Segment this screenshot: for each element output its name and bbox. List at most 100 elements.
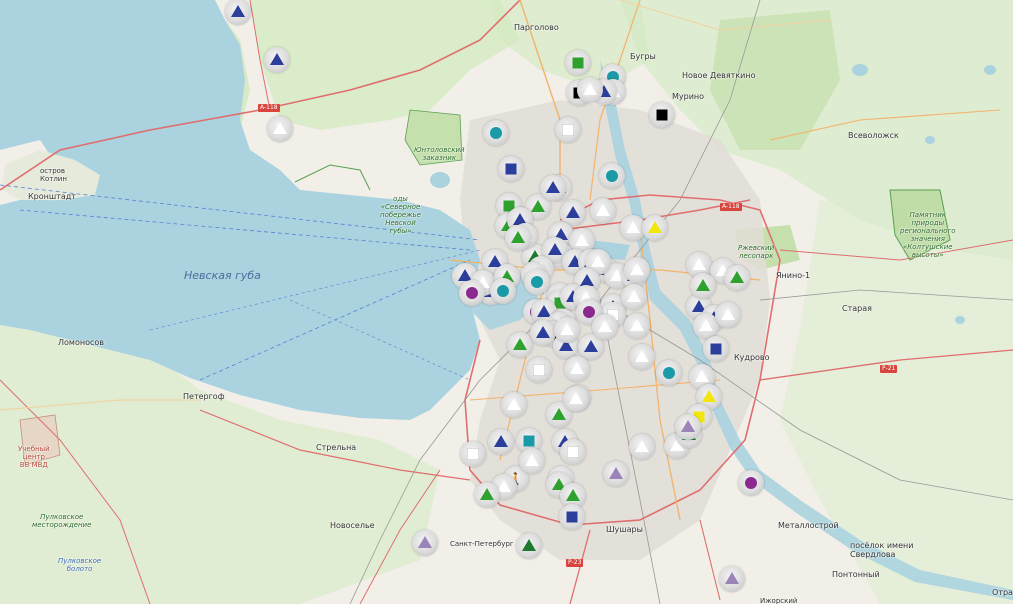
map-marker[interactable]: [505, 225, 531, 251]
triangle-icon: [552, 408, 566, 420]
map-marker[interactable]: [577, 77, 603, 103]
map-marker[interactable]: [624, 313, 650, 339]
map-marker[interactable]: [629, 434, 655, 460]
square-icon: [656, 109, 668, 121]
triangle-icon: [548, 243, 562, 255]
square-icon: [567, 446, 579, 458]
triangle-icon: [231, 5, 245, 17]
circle-icon: [606, 170, 618, 182]
triangle-icon: [692, 258, 706, 270]
triangle-icon: [480, 488, 494, 500]
triangle-icon: [494, 435, 508, 447]
triangle-icon: [546, 181, 560, 193]
map-marker[interactable]: [621, 284, 647, 310]
square-icon: [467, 448, 479, 460]
map-marker[interactable]: [524, 269, 550, 295]
triangle-icon: [531, 200, 545, 212]
circle-icon: [583, 306, 595, 318]
triangle-icon: [635, 350, 649, 362]
triangle-icon: [273, 122, 287, 134]
map-marker[interactable]: [690, 273, 716, 299]
triangle-icon: [513, 338, 527, 350]
map-marker[interactable]: [719, 566, 745, 592]
triangle-icon: [584, 340, 598, 352]
square-icon: [710, 343, 722, 355]
map-marker[interactable]: [675, 414, 701, 440]
map-marker[interactable]: [649, 102, 675, 128]
map-marker[interactable]: [501, 392, 527, 418]
map-marker[interactable]: [738, 470, 764, 496]
map-marker[interactable]: [599, 163, 625, 189]
triangle-icon: [569, 392, 583, 404]
circle-icon: [490, 127, 502, 139]
map-marker[interactable]: [555, 117, 581, 143]
map-marker[interactable]: [592, 314, 618, 340]
map-marker[interactable]: [703, 336, 729, 362]
triangle-icon: [270, 53, 284, 65]
triangle-icon: [560, 323, 574, 335]
square-icon: [572, 57, 584, 69]
triangle-icon: [570, 362, 584, 374]
map-marker[interactable]: [459, 280, 485, 306]
map-marker[interactable]: [483, 120, 509, 146]
triangle-icon: [721, 308, 735, 320]
square-icon: [562, 124, 574, 136]
square-icon: [523, 435, 535, 447]
circle-icon: [745, 477, 757, 489]
triangle-icon: [635, 440, 649, 452]
map-marker[interactable]: [267, 116, 293, 142]
map-marker[interactable]: [498, 156, 524, 182]
triangle-icon: [630, 263, 644, 275]
map-marker[interactable]: [540, 175, 566, 201]
map-marker[interactable]: [642, 215, 668, 241]
map-marker[interactable]: [715, 302, 741, 328]
triangle-icon: [627, 290, 641, 302]
map-marker[interactable]: [488, 429, 514, 455]
map-marker[interactable]: [560, 439, 586, 465]
map-marker[interactable]: [460, 441, 486, 467]
map-marker[interactable]: [624, 257, 650, 283]
triangle-icon: [596, 204, 610, 216]
map-marker[interactable]: [264, 47, 290, 73]
square-icon: [533, 364, 545, 376]
map-marker[interactable]: [526, 357, 552, 383]
road-shield-a118-west: A-118: [258, 104, 280, 112]
map-marker[interactable]: [629, 344, 655, 370]
map-marker[interactable]: [563, 386, 589, 412]
triangle-icon: [566, 206, 580, 218]
map-viewport[interactable]: Парголово Бугры Новое Девяткино Мурино Всево…: [0, 0, 1013, 604]
map-marker[interactable]: [225, 0, 251, 25]
map-marker[interactable]: [474, 482, 500, 508]
map-marker[interactable]: [412, 530, 438, 556]
map-marker[interactable]: [490, 278, 516, 304]
map-marker[interactable]: [603, 461, 629, 487]
road-shield-r23: Р-23: [566, 559, 584, 567]
triangle-icon: [626, 221, 640, 233]
road-shield-a118-east: A-118: [720, 203, 742, 211]
map-marker[interactable]: [554, 317, 580, 343]
map-marker[interactable]: [507, 332, 533, 358]
map-marker[interactable]: [590, 198, 616, 224]
triangle-icon: [695, 370, 709, 382]
triangle-icon: [522, 539, 536, 551]
map-marker[interactable]: [559, 504, 585, 530]
triangle-icon: [591, 255, 605, 267]
map-marker[interactable]: [530, 320, 556, 346]
triangle-icon: [696, 279, 710, 291]
triangle-icon: [536, 326, 550, 338]
circle-icon: [663, 367, 675, 379]
map-marker[interactable]: [565, 50, 591, 76]
triangle-icon: [507, 398, 521, 410]
map-marker[interactable]: [724, 265, 750, 291]
triangle-icon: [702, 390, 716, 402]
map-marker[interactable]: [564, 356, 590, 382]
circle-icon: [531, 276, 543, 288]
triangle-icon: [583, 83, 597, 95]
triangle-icon: [725, 572, 739, 584]
circle-icon: [466, 287, 478, 299]
map-marker[interactable]: [519, 448, 545, 474]
triangle-icon: [630, 319, 644, 331]
map-marker[interactable]: [656, 360, 682, 386]
map-marker[interactable]: [516, 533, 542, 559]
road-shield-r21: Р-21: [880, 365, 898, 373]
